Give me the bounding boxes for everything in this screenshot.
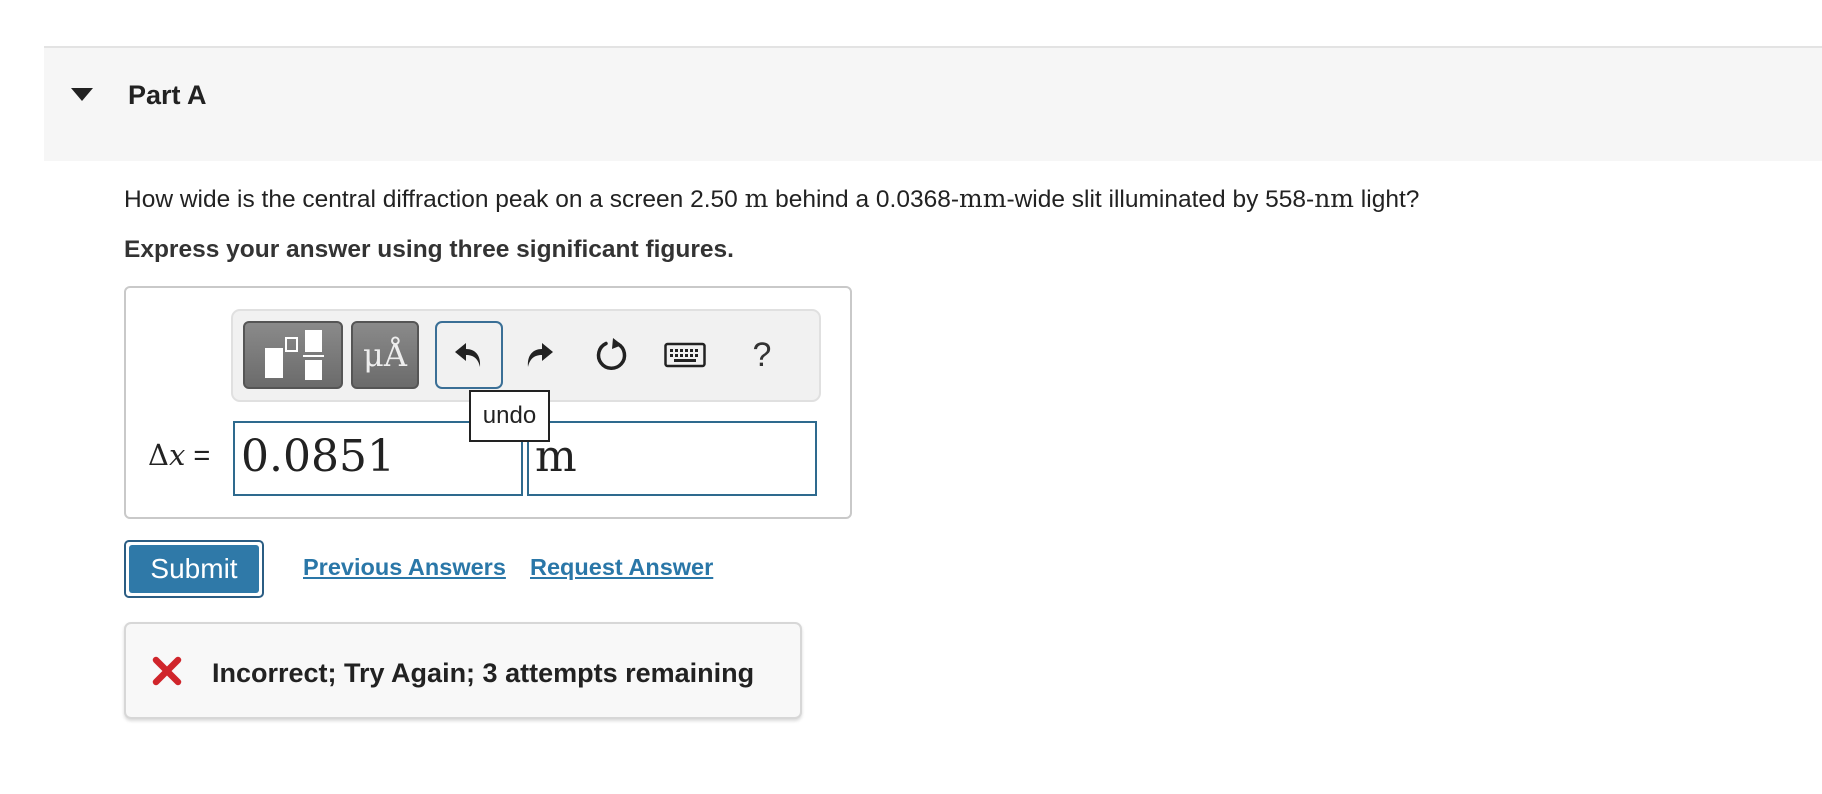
- part-header: [44, 48, 1822, 161]
- help-button[interactable]: ?: [742, 321, 782, 389]
- units-button[interactable]: μÅ: [351, 321, 419, 389]
- reset-icon: [596, 338, 627, 371]
- x-mark-icon: [152, 656, 182, 686]
- redo-button[interactable]: [519, 321, 559, 389]
- reset-button[interactable]: [588, 321, 636, 389]
- fraction-templates-icon: [265, 330, 324, 380]
- part-title: Part A: [128, 80, 207, 110]
- request-answer-link[interactable]: Request Answer: [530, 554, 713, 581]
- undo-icon: [455, 343, 481, 367]
- undo-button[interactable]: [435, 321, 503, 389]
- feedback-message: Incorrect; Try Again; 3 attempts remaini…: [212, 658, 755, 688]
- submit-button[interactable]: Submit: [124, 540, 264, 598]
- unit-nm: nm: [1314, 184, 1354, 213]
- undo-tooltip: undo: [469, 390, 550, 442]
- redo-icon: [527, 343, 553, 367]
- keyboard-icon: [664, 342, 706, 368]
- collapse-caret-icon[interactable]: [70, 86, 94, 102]
- units-label: μÅ: [363, 336, 407, 374]
- keyboard-button[interactable]: [660, 321, 710, 389]
- question-text: How wide is the central diffraction peak…: [124, 184, 1420, 213]
- instruction-text: Express your answer using three signific…: [124, 236, 734, 263]
- answer-variable-label: Δx =: [148, 438, 211, 472]
- help-label: ?: [752, 335, 772, 374]
- previous-answers-link[interactable]: Previous Answers: [303, 554, 506, 581]
- unit-m: m: [744, 184, 769, 213]
- submit-label: Submit: [129, 545, 259, 593]
- unit-mm: mm: [959, 184, 1007, 213]
- answer-unit-input[interactable]: m: [527, 421, 817, 496]
- templates-button[interactable]: [243, 321, 343, 389]
